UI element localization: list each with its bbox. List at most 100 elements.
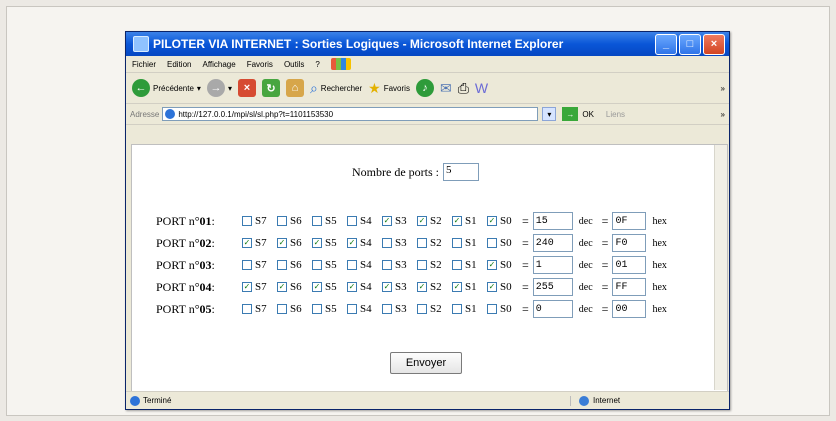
checkbox-s0[interactable]: ✓ xyxy=(487,260,497,270)
checkbox-s3[interactable] xyxy=(382,238,392,248)
checkbox-s1[interactable] xyxy=(452,304,462,314)
address-input[interactable]: http://127.0.0.1/mpi/sl/sl.php?t=1101153… xyxy=(162,107,539,121)
hex-input[interactable]: 01 xyxy=(612,256,647,274)
go-button-label[interactable]: OK xyxy=(582,110,594,119)
toolbar-more-chevron[interactable]: » xyxy=(721,84,725,93)
checkbox-s2[interactable] xyxy=(417,304,427,314)
checkbox-s7[interactable] xyxy=(242,260,252,270)
forward-arrow-icon: → xyxy=(206,79,225,97)
links-label[interactable]: Liens xyxy=(606,110,625,119)
port-label: PORT n°04: xyxy=(156,279,215,294)
checkbox-s4[interactable] xyxy=(347,260,357,270)
menu-bar: Fichier Edition Affichage Favoris Outils… xyxy=(126,56,729,73)
hex-input[interactable]: 00 xyxy=(612,300,647,318)
checkbox-s4[interactable]: ✓ xyxy=(347,282,357,292)
word-button[interactable]: W xyxy=(475,80,488,96)
decimal-input[interactable]: 0 xyxy=(532,300,573,318)
menu-item-fichier[interactable]: Fichier xyxy=(132,60,156,69)
title-bar: PILOTER VIA INTERNET : Sorties Logiques … xyxy=(126,32,729,56)
go-arrow-icon[interactable]: → xyxy=(562,107,579,121)
checkbox-s3[interactable]: ✓ xyxy=(382,282,392,292)
media-button[interactable]: ♪ xyxy=(415,79,434,97)
checkbox-s0[interactable] xyxy=(487,304,497,314)
checkbox-s2[interactable] xyxy=(417,238,427,248)
address-dropdown-icon[interactable]: ▾ xyxy=(542,107,557,121)
ie-app-icon xyxy=(133,36,149,52)
hex-unit: hex xyxy=(652,281,667,293)
checkbox-s7[interactable] xyxy=(242,216,252,226)
checkbox-s5[interactable] xyxy=(312,304,322,314)
status-text: Terminé xyxy=(143,396,172,405)
checkbox-s5[interactable] xyxy=(312,216,322,226)
checkbox-s5[interactable]: ✓ xyxy=(312,282,322,292)
checkbox-s6[interactable] xyxy=(277,304,287,314)
mail-button[interactable]: ✉ xyxy=(440,80,452,97)
checkbox-s1[interactable] xyxy=(452,238,462,248)
checkbox-s0[interactable] xyxy=(487,238,497,248)
home-icon: ⌂ xyxy=(285,79,304,97)
decimal-input[interactable]: 1 xyxy=(532,256,573,274)
checkbox-s7[interactable]: ✓ xyxy=(242,282,252,292)
ports-count-row: Nombre de ports : 5 xyxy=(352,163,479,181)
screenshot-frame: PILOTER VIA INTERNET : Sorties Logiques … xyxy=(6,6,830,416)
forward-dropdown-icon[interactable]: ▾ xyxy=(228,84,232,93)
security-zone: Internet xyxy=(593,396,621,405)
checkbox-s7[interactable] xyxy=(242,304,252,314)
checkbox-s6[interactable] xyxy=(277,260,287,270)
hex-input[interactable]: 0F xyxy=(612,212,647,230)
back-arrow-icon: ← xyxy=(132,79,150,97)
dec-unit: dec xyxy=(578,303,593,315)
menu-item-outils[interactable]: Outils xyxy=(284,60,304,69)
minimize-button[interactable]: _ xyxy=(655,33,677,55)
refresh-icon: ↻ xyxy=(261,79,280,97)
checkbox-s6[interactable]: ✓ xyxy=(277,282,287,292)
checkbox-s4[interactable]: ✓ xyxy=(347,238,357,248)
close-button[interactable]: × xyxy=(703,33,725,55)
checkbox-s5[interactable]: ✓ xyxy=(312,238,322,248)
checkbox-s6[interactable] xyxy=(277,216,287,226)
menu-item-affichage[interactable]: Affichage xyxy=(202,60,235,69)
document-icon: W xyxy=(474,80,489,96)
address-label: Adresse xyxy=(130,109,160,119)
checkbox-s3[interactable] xyxy=(382,260,392,270)
hex-input[interactable]: FF xyxy=(612,278,647,296)
checkbox-s6[interactable]: ✓ xyxy=(277,238,287,248)
checkbox-s4[interactable] xyxy=(347,216,357,226)
checkbox-s2[interactable] xyxy=(417,260,427,270)
decimal-input[interactable]: 240 xyxy=(532,234,573,252)
checkbox-s0[interactable]: ✓ xyxy=(487,282,497,292)
address-bar: Adresse http://127.0.0.1/mpi/sl/sl.php?t… xyxy=(126,104,729,125)
home-button[interactable]: ⌂ xyxy=(285,79,304,97)
checkbox-s3[interactable] xyxy=(382,304,392,314)
refresh-button[interactable]: ↻ xyxy=(261,79,280,97)
print-button[interactable]: ⎙ xyxy=(458,80,469,97)
hex-input[interactable]: F0 xyxy=(612,234,647,252)
vertical-scrollbar[interactable] xyxy=(714,145,727,390)
submit-button[interactable]: Envoyer xyxy=(390,352,462,374)
menu-item-favoris[interactable]: Favoris xyxy=(247,60,273,69)
checkbox-s3[interactable]: ✓ xyxy=(382,216,392,226)
menu-item-help[interactable]: ? xyxy=(315,60,319,69)
checkbox-s2[interactable]: ✓ xyxy=(417,282,427,292)
decimal-input[interactable]: 15 xyxy=(532,212,573,230)
menu-item-edition[interactable]: Edition xyxy=(167,60,191,69)
favorites-button[interactable]: ★ Favoris xyxy=(368,80,410,97)
checkbox-s2[interactable]: ✓ xyxy=(417,216,427,226)
checkbox-s4[interactable] xyxy=(347,304,357,314)
forward-button[interactable]: → ▾ xyxy=(206,79,232,97)
page-loaded-icon xyxy=(130,395,140,406)
ports-count-input[interactable]: 5 xyxy=(442,163,479,181)
maximize-button[interactable]: □ xyxy=(679,33,701,55)
search-button[interactable]: ⌕ Rechercher xyxy=(310,80,362,97)
links-chevron[interactable]: » xyxy=(721,110,725,119)
back-button[interactable]: ← Précédente ▾ xyxy=(132,79,201,97)
checkbox-s1[interactable]: ✓ xyxy=(452,282,462,292)
checkbox-s1[interactable]: ✓ xyxy=(452,216,462,226)
decimal-input[interactable]: 255 xyxy=(532,278,573,296)
checkbox-s0[interactable]: ✓ xyxy=(487,216,497,226)
stop-button[interactable]: × xyxy=(237,79,256,97)
checkbox-s1[interactable] xyxy=(452,260,462,270)
back-dropdown-icon[interactable]: ▾ xyxy=(197,84,201,93)
checkbox-s5[interactable] xyxy=(312,260,322,270)
checkbox-s7[interactable]: ✓ xyxy=(242,238,252,248)
